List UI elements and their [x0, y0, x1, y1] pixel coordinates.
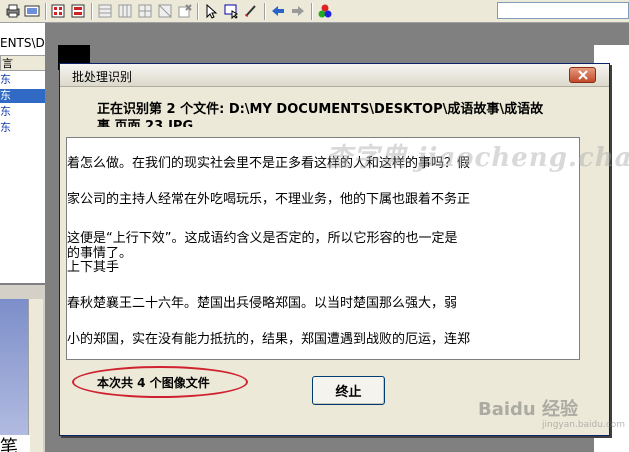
erase-icon[interactable] — [176, 2, 194, 20]
text-line: 家公司的主持人经常在外吃喝玩乐，不理业务，他的下属也跟着不务正 — [67, 192, 471, 207]
list-item[interactable]: 东 — [0, 89, 45, 103]
grid-icon-1[interactable] — [96, 2, 114, 20]
close-icon — [577, 70, 588, 80]
watermark-bottom-sub: jingyan.baidu.com — [542, 420, 626, 430]
bottom-char: 笔 — [0, 435, 30, 452]
dialog-title: 批处理识别 — [72, 70, 133, 84]
close-button[interactable] — [569, 67, 596, 83]
dialog-titlebar[interactable]: 批处理识别 — [60, 64, 609, 87]
select-box-icon[interactable] — [222, 2, 240, 20]
left-lower-panel — [0, 283, 45, 452]
status-text-line2: 事 页面 23.JPG — [97, 119, 194, 127]
batch-recognition-dialog: 批处理识别 正在识别第 2 个文件: D:\MY DOCUMENTS\DESKT… — [59, 63, 610, 436]
grid-icon-4[interactable] — [156, 2, 174, 20]
list-item[interactable]: 东 — [0, 121, 45, 135]
watermark-top: 查字典 jiaocheng.chazidian.com — [326, 143, 629, 173]
vertical-scrollbar[interactable] — [28, 299, 43, 452]
list-item[interactable]: 东 — [0, 105, 45, 119]
text-line: 的事情了。 — [67, 246, 133, 261]
image-count-label: 本次共 4 个图像文件 — [97, 376, 210, 390]
left-pane: ENTS\D 言 东 东 东 东 笔 — [0, 23, 46, 452]
pointer-icon[interactable] — [202, 2, 220, 20]
text-line: 这便是“上行下效”。这成语约含义是否定的，所以它形容的也一定是 — [67, 231, 458, 246]
scan-icon[interactable] — [23, 2, 41, 20]
text-line: 上下其手 — [67, 260, 120, 275]
toolbar-input[interactable] — [497, 2, 629, 19]
print-icon[interactable] — [4, 2, 22, 20]
toolbar — [0, 0, 629, 23]
recognize-icon[interactable] — [69, 2, 87, 20]
grid-icon-2[interactable] — [116, 2, 134, 20]
status-text: 正在识别第 2 个文件: D:\MY DOCUMENTS\DESKTOP\成语故… — [97, 101, 582, 127]
status-text-line1: 正在识别第 2 个文件: D:\MY DOCUMENTS\DESKTOP\成语故… — [97, 102, 544, 117]
pen-icon[interactable] — [242, 2, 260, 20]
text-line: 小的郑国，实在没有能力抵抗的，结果，郑国遭遇到战败的厄运，连郑 — [67, 332, 471, 347]
color-icon[interactable] — [316, 2, 334, 20]
arrow-left-icon[interactable] — [269, 2, 287, 20]
path-label: ENTS\D — [0, 35, 45, 51]
list-header[interactable]: 言 — [0, 55, 45, 71]
thumbnail-panel — [0, 299, 28, 452]
page-layout-icon[interactable] — [49, 2, 67, 20]
text-line: 春秋楚襄王二十六年。楚国出兵侵略郑国。以当时楚国那么强大，弱 — [67, 296, 458, 311]
arrow-right-icon[interactable] — [289, 2, 307, 20]
stop-button[interactable]: 终止 — [312, 376, 385, 405]
grid-icon-3[interactable] — [136, 2, 154, 20]
list-item[interactable]: 东 — [0, 73, 45, 87]
